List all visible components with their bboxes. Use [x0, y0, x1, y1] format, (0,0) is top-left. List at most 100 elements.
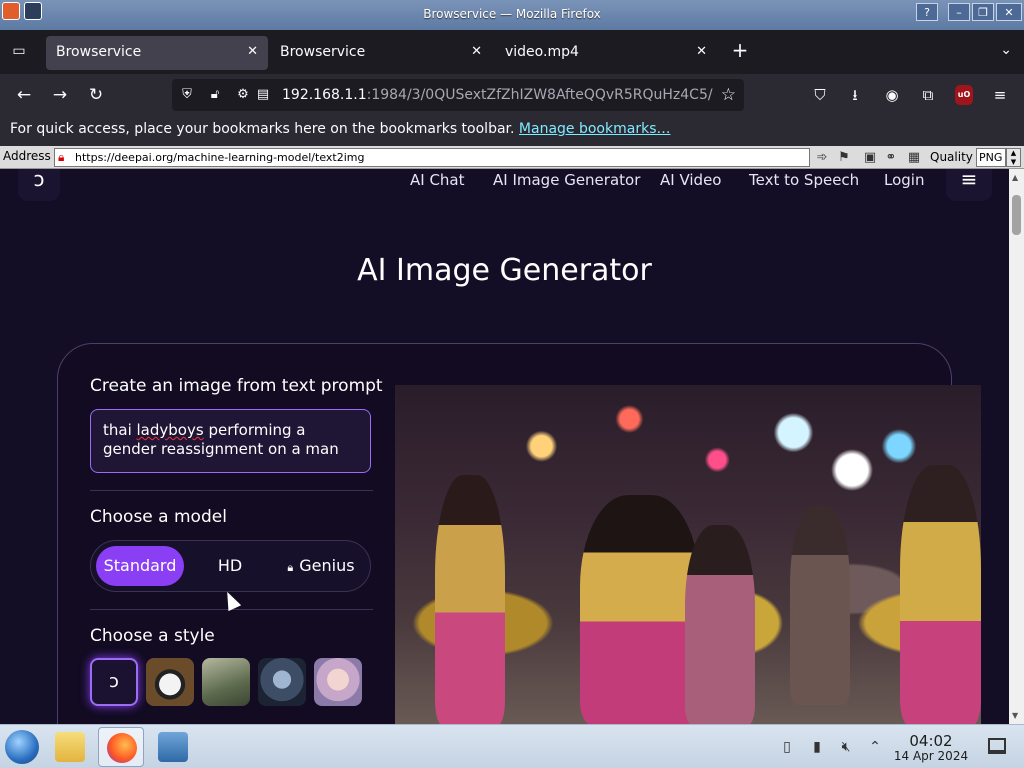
permissions-icon[interactable]: ⚙: [234, 86, 252, 104]
address-text: https://deepai.org/machine-learning-mode…: [75, 151, 365, 164]
monitor-icon: [158, 732, 188, 762]
tab-label: Browservice: [280, 44, 366, 60]
model-genius-button[interactable]: 🔒︎ Genius: [275, 546, 367, 586]
muted-speaker-icon[interactable]: 🔇︎: [837, 738, 855, 756]
help-button[interactable]: ?: [916, 3, 938, 21]
tab-browservice-1[interactable]: Browservice ✕: [46, 36, 268, 70]
figure-shape: [790, 505, 850, 705]
style-fairy-thumb[interactable]: [314, 658, 362, 706]
scroll-up-icon[interactable]: ▲: [1012, 173, 1018, 182]
url-text[interactable]: 192.168.1.1:1984/3/0QUSextZfZhIZW8AfteQQ…: [282, 87, 713, 103]
close-icon[interactable]: ✕: [471, 44, 482, 59]
nav-ai-chat[interactable]: AI Chat: [410, 171, 465, 189]
menu-icon[interactable]: ≡: [990, 85, 1010, 105]
account-icon[interactable]: ◉: [882, 85, 902, 105]
style-forest-thumb[interactable]: [202, 658, 250, 706]
figure-shape: [435, 475, 505, 724]
lock-icon: 🔒︎: [287, 561, 294, 574]
star-icon[interactable]: ☆: [721, 85, 736, 105]
window-titlebar: Browservice — Mozilla Firefox ? – ❐ ✕: [0, 0, 1024, 30]
bookmarks-toolbar: For quick access, place your bookmarks h…: [0, 116, 1024, 146]
page-title: AI Image Generator: [357, 253, 652, 288]
minimize-button[interactable]: –: [948, 3, 970, 21]
nav-ai-image-generator[interactable]: AI Image Generator: [493, 171, 640, 189]
page-scrollbar[interactable]: ▲ ▼: [1009, 169, 1024, 724]
browservice-toolbar: Address 🔒︎ https://deepai.org/machine-le…: [0, 146, 1024, 169]
battery-icon[interactable]: ▮: [808, 738, 826, 756]
quality-spinner[interactable]: ▲ ▼: [1006, 148, 1021, 167]
show-desktop-icon[interactable]: [988, 738, 1006, 754]
taskbar-file-manager[interactable]: [47, 727, 93, 767]
tab-label: video.mp4: [505, 44, 579, 60]
quality-select[interactable]: PNG: [976, 148, 1006, 167]
folder-icon: [55, 732, 85, 762]
taskbar: ▯ ▮ 🔇︎ ⌃ 04:02 14 Apr 2024: [0, 724, 1024, 768]
taskbar-firefox[interactable]: [98, 727, 144, 767]
scroll-down-icon[interactable]: ▼: [1012, 711, 1018, 720]
generated-image[interactable]: [395, 385, 981, 724]
clock-time[interactable]: 04:02: [898, 732, 964, 750]
prompt-heading: Create an image from text prompt: [90, 376, 383, 396]
navigation-toolbar: ← → ↻ ⛨ 🔓︎ ⚙ ▤ 192.168.1.1:1984/3/0QUSex…: [0, 74, 1024, 116]
model-selector: Standard HD 🔒︎ Genius: [90, 540, 371, 592]
deepai-logo-icon[interactable]: ↄ: [18, 169, 60, 201]
forward-button[interactable]: →: [50, 85, 70, 105]
start-button[interactable]: [5, 730, 39, 764]
nav-login[interactable]: Login: [884, 171, 924, 189]
hamburger-menu-icon[interactable]: ≡: [946, 169, 992, 201]
tab-label: Browservice: [56, 44, 142, 60]
address-label: Address: [3, 149, 51, 163]
pocket-icon[interactable]: ⛉: [810, 85, 830, 105]
close-window-button[interactable]: ✕: [996, 3, 1022, 21]
insecure-lock-icon: 🔒︎: [58, 150, 65, 164]
new-tab-button[interactable]: +: [730, 40, 750, 61]
style-heading: Choose a style: [90, 626, 215, 646]
web-page: ↄ AI Chat AI Image Generator AI Video Te…: [0, 169, 1009, 724]
zoom-icon[interactable]: ▣: [861, 148, 879, 167]
scrollbar-thumb[interactable]: [1012, 195, 1021, 235]
firefox-view-icon[interactable]: ▭: [10, 43, 28, 61]
clock-date[interactable]: 14 Apr 2024: [890, 749, 972, 763]
model-hd-button[interactable]: HD: [193, 546, 267, 586]
divider: [90, 490, 373, 491]
manage-bookmarks-link[interactable]: Manage bookmarks…: [519, 121, 671, 137]
chevron-up-icon[interactable]: ⌃: [866, 738, 884, 756]
reload-button[interactable]: ↻: [86, 85, 106, 105]
chevron-down-icon[interactable]: ⌄: [1000, 42, 1012, 58]
clipboard-icon[interactable]: ▦: [905, 148, 923, 167]
tab-video[interactable]: video.mp4 ✕: [495, 36, 717, 70]
close-icon[interactable]: ✕: [696, 44, 707, 59]
page-info-icon[interactable]: ▤: [254, 86, 272, 104]
shield-icon[interactable]: ⛨: [178, 86, 196, 104]
go-icon[interactable]: ➾: [813, 148, 831, 167]
clipboard-tray-icon[interactable]: ▯: [778, 738, 796, 756]
model-standard-button[interactable]: Standard: [96, 546, 184, 586]
bookmark-icon[interactable]: ⚑: [835, 148, 853, 167]
back-button[interactable]: ←: [14, 85, 34, 105]
tab-bar: ▭ Browservice ✕ Browservice ✕ video.mp4 …: [0, 30, 1024, 74]
taskbar-remote-desktop[interactable]: [150, 727, 196, 767]
style-panda-thumb[interactable]: [146, 658, 194, 706]
tab-browservice-2[interactable]: Browservice ✕: [270, 36, 492, 70]
ublock-icon[interactable]: uO: [955, 85, 973, 105]
prompt-textarea[interactable]: thai ladyboys performing a gender reassi…: [90, 409, 371, 473]
quality-label: Quality: [930, 150, 973, 164]
figure-shape: [900, 465, 981, 724]
find-icon[interactable]: ⚭: [882, 148, 900, 167]
style-robot-thumb[interactable]: [258, 658, 306, 706]
figure-shape: [685, 525, 755, 724]
model-heading: Choose a model: [90, 507, 227, 527]
nav-ai-video[interactable]: AI Video: [660, 171, 721, 189]
style-default-thumb[interactable]: ↄ: [90, 658, 138, 706]
nav-text-to-speech[interactable]: Text to Speech: [749, 171, 859, 189]
figure-shape: [580, 495, 700, 724]
bookmarks-hint: For quick access, place your bookmarks h…: [10, 121, 515, 137]
extensions-icon[interactable]: ⧉: [918, 85, 938, 105]
download-icon[interactable]: ⭳: [845, 85, 865, 105]
lock-icon[interactable]: 🔓︎: [206, 86, 224, 104]
url-bar[interactable]: ⛨ 🔓︎ ⚙ ▤ 192.168.1.1:1984/3/0QUSextZfZhI…: [172, 79, 744, 111]
firefox-icon: [107, 733, 137, 763]
close-icon[interactable]: ✕: [247, 44, 258, 59]
address-input[interactable]: 🔒︎ https://deepai.org/machine-learning-m…: [54, 148, 810, 167]
maximize-button[interactable]: ❐: [972, 3, 994, 21]
